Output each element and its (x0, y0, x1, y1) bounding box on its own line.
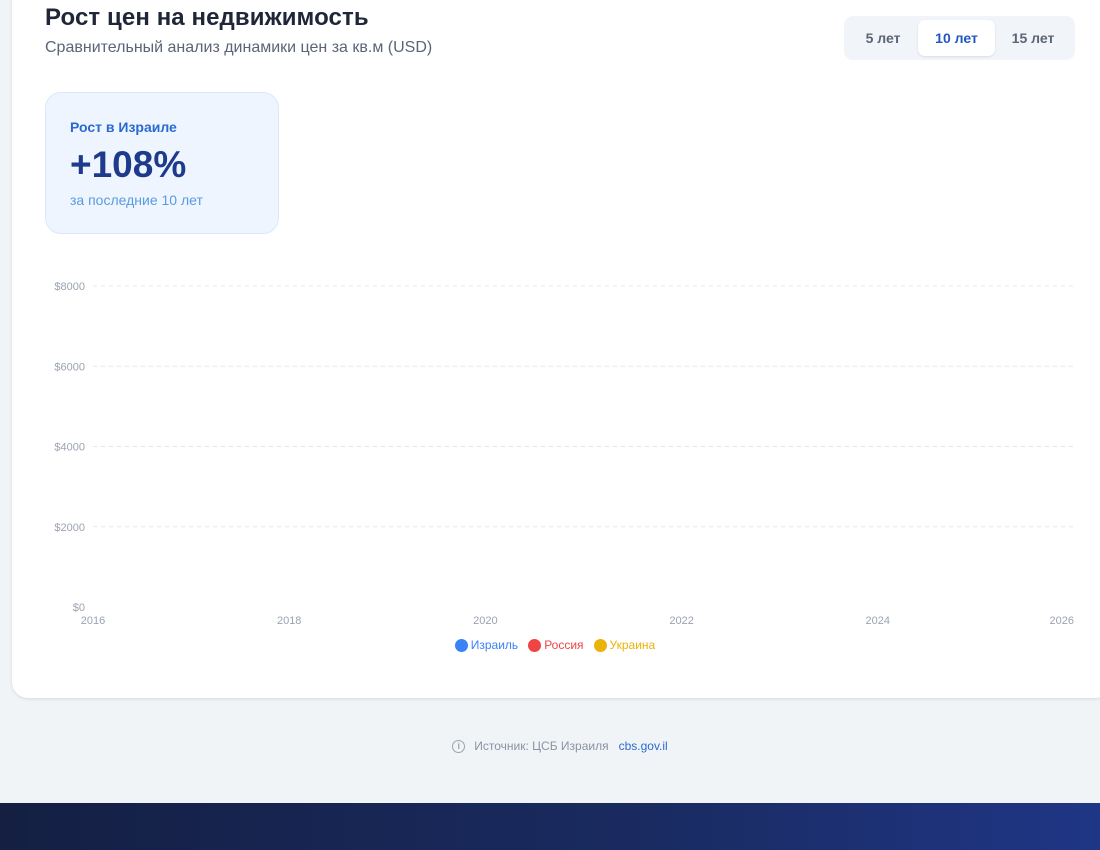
x-tick-label: 2024 (866, 615, 890, 627)
price-chart: $0 $2000 $4000 $6000 $8000 2016 2018 2020 2022 20… (54, 281, 1074, 627)
legend-label-russia: Россия (544, 638, 584, 652)
chart-legend: Израиль Россия Украина (0, 638, 1100, 652)
y-tick-label: $8000 (54, 281, 85, 293)
legend-dot-ukraine (593, 638, 607, 652)
source-note: i Источник: ЦСБ Израиля cbs.gov.il (0, 739, 1100, 753)
source-text: Источник: ЦСБ Израиля (474, 739, 609, 753)
legend-dot-russia (528, 638, 542, 652)
legend-label-israel: Израиль (470, 638, 519, 652)
legend-item-ukraine[interactable]: Украина (593, 638, 656, 652)
legend-item-russia[interactable]: Россия (528, 638, 584, 652)
y-tick-label: $4000 (54, 442, 85, 454)
x-tick-label: 2026 (1050, 615, 1074, 627)
info-icon: i (452, 739, 466, 753)
source-link[interactable]: cbs.gov.il (619, 739, 668, 753)
y-tick-label: $2000 (54, 522, 85, 534)
x-tick-label: 2020 (473, 615, 497, 627)
legend-item-israel[interactable]: Израиль (454, 638, 519, 652)
legend-dot-israel (454, 638, 468, 652)
x-tick-label: 2022 (669, 615, 693, 627)
y-tick-label: $6000 (54, 361, 85, 373)
footer-band (0, 803, 1100, 850)
x-tick-label: 2018 (277, 615, 301, 627)
x-tick-label: 2016 (81, 615, 105, 627)
legend-label-ukraine: Украина (609, 638, 656, 652)
y-tick-label: $0 (73, 602, 85, 614)
